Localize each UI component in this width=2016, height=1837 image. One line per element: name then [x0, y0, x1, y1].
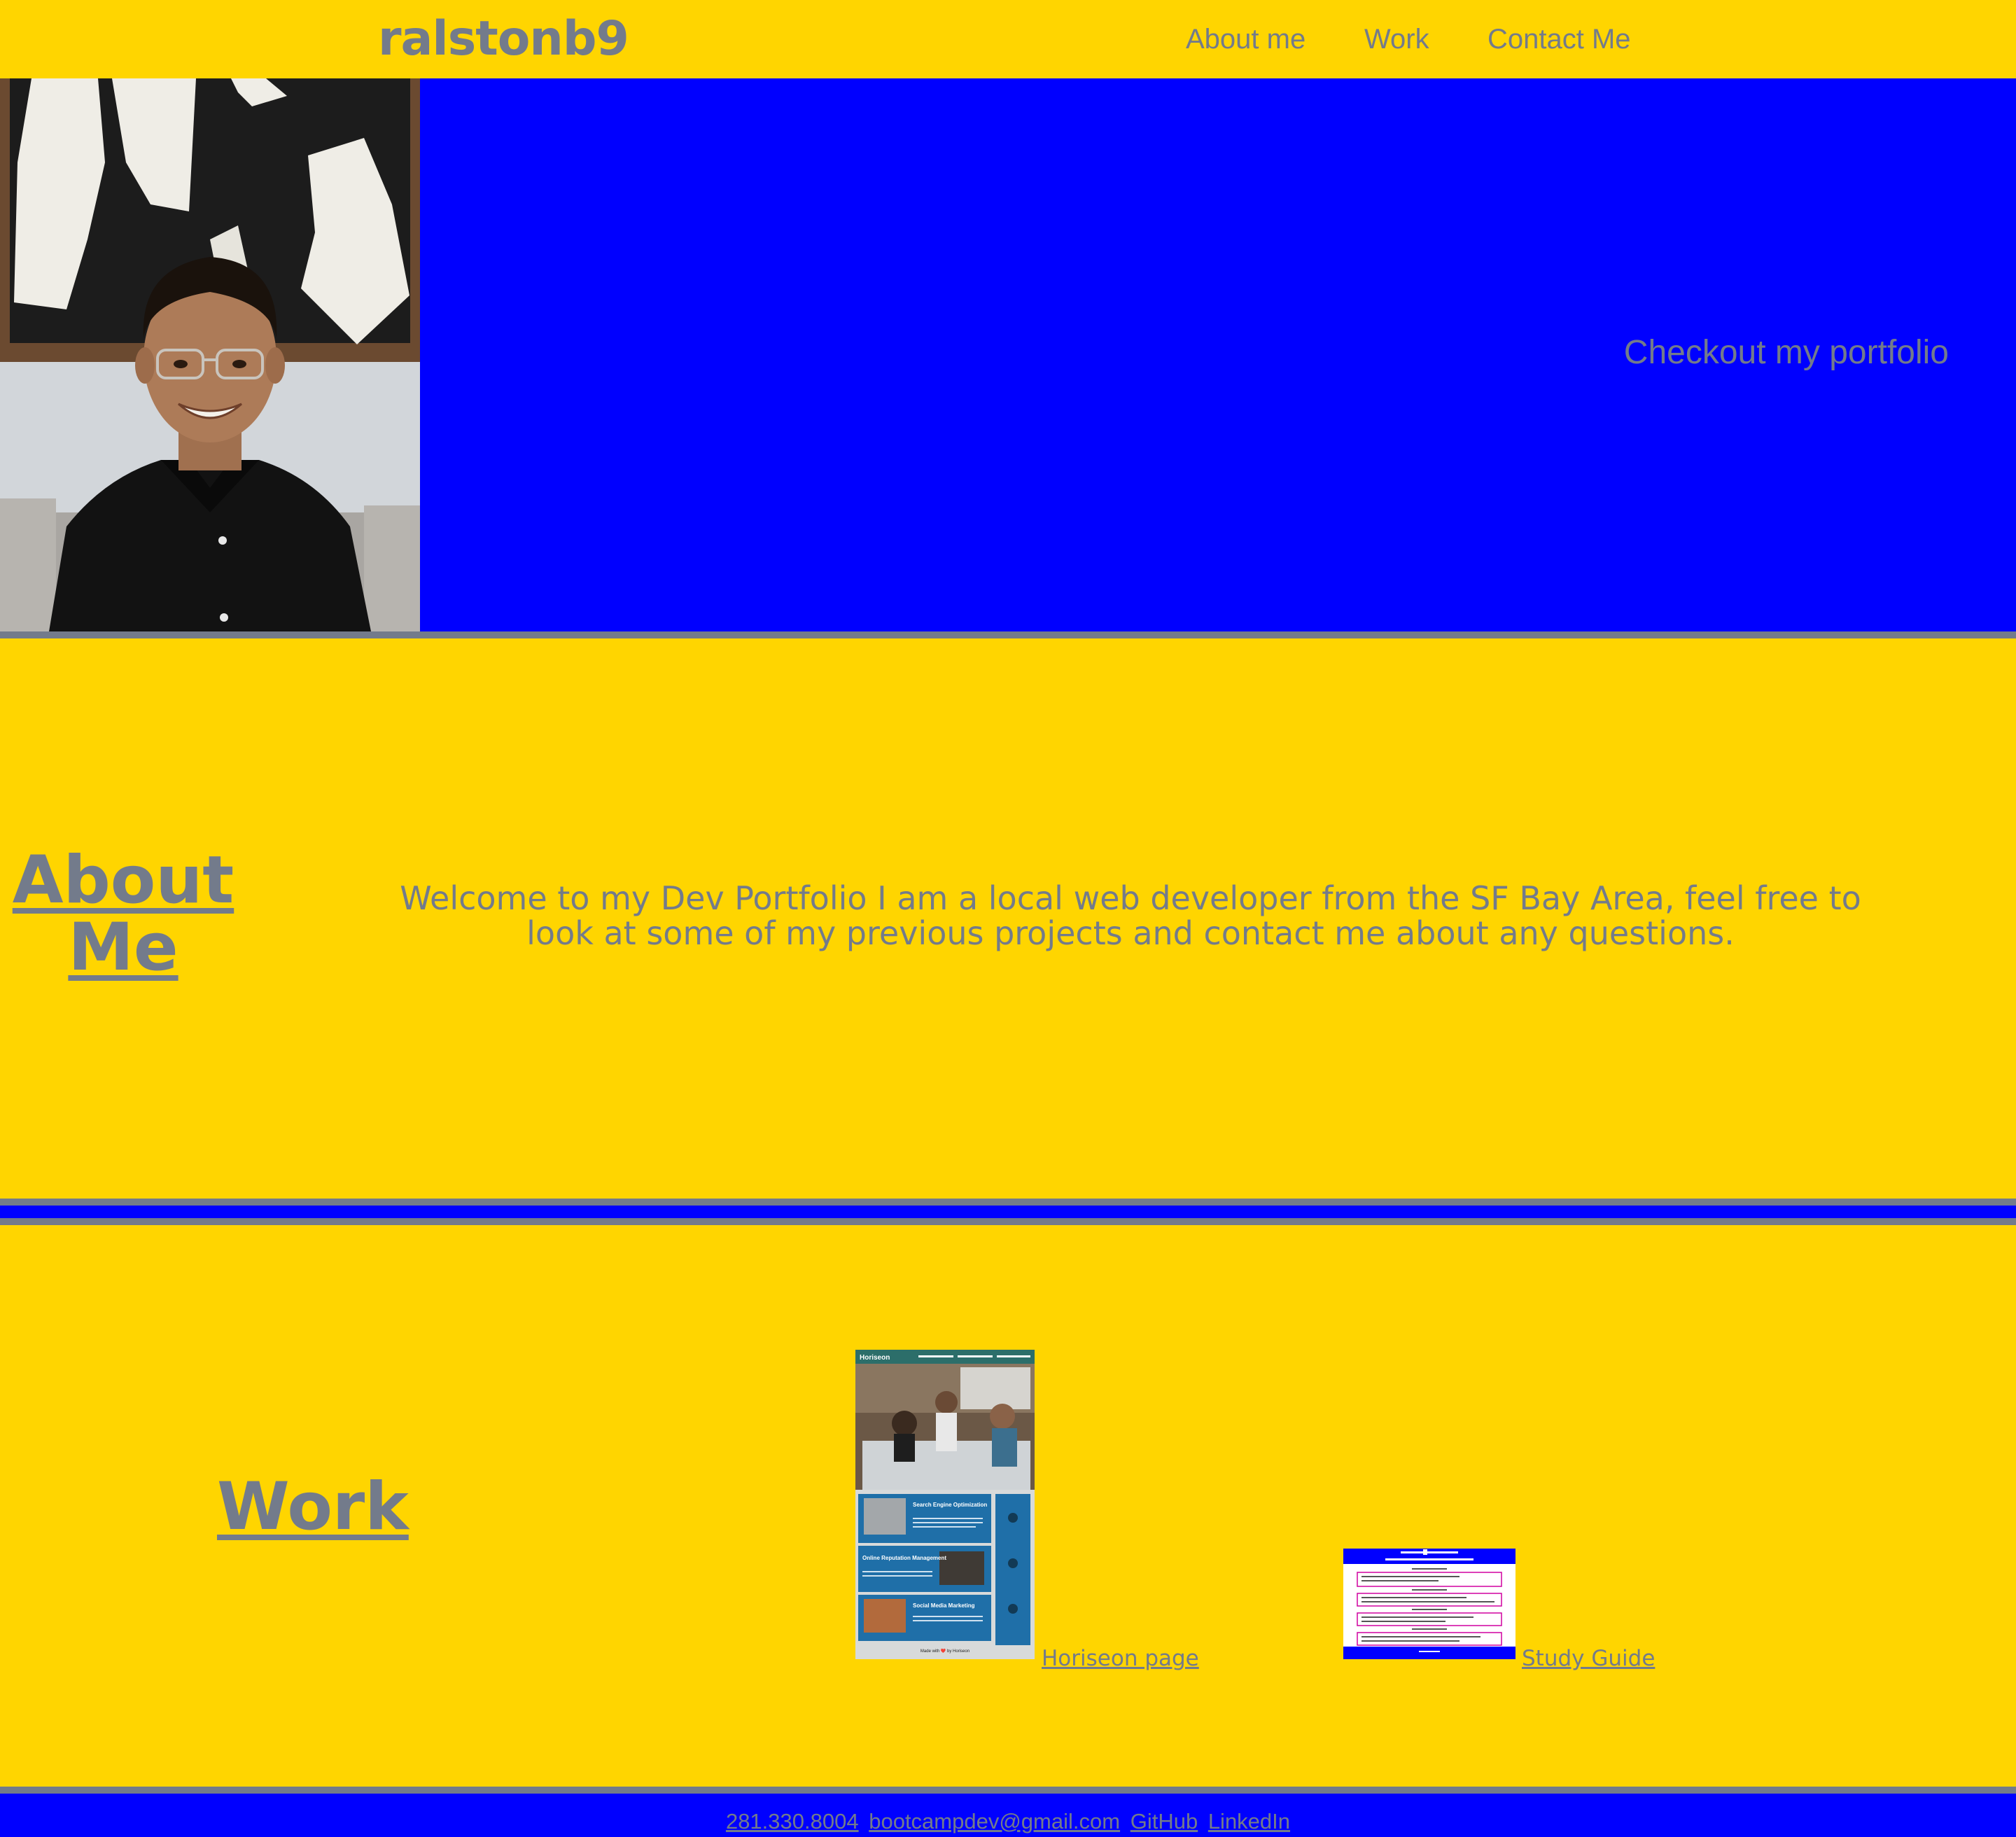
horiseon-thumb-card-3: Social Media Marketing [913, 1602, 975, 1609]
horiseon-thumb-brand: Horiseon [860, 1354, 890, 1362]
about-heading-line2: Me [68, 909, 178, 986]
site-footer: 281.330.8004 bootcampdev@gmail.com GitHu… [0, 1794, 2016, 1837]
site-logo[interactable]: ralstonb9 [378, 0, 629, 78]
footer-linkedin-link[interactable]: LinkedIn [1208, 1809, 1290, 1833]
horiseon-thumb-footer: Made with ❤️ by Horiseon [920, 1648, 969, 1654]
footer-email-link[interactable]: bootcampdev@gmail.com [869, 1809, 1120, 1833]
nav-link-work[interactable]: Work [1364, 0, 1429, 78]
section-divider [0, 631, 2016, 638]
about-heading[interactable]: About Me [0, 847, 246, 982]
horiseon-page-link[interactable]: Horiseon page [1042, 1646, 1199, 1671]
hero-section: Checkout my portfolio [0, 78, 2016, 631]
about-heading-line1: About [12, 842, 234, 918]
nav-link-about[interactable]: About me [1186, 0, 1306, 78]
horiseon-thumb-card-1: Search Engine Optimization [913, 1502, 987, 1508]
horiseon-thumbnail[interactable]: Horiseon Search Engine Optimization Onli… [855, 1350, 1035, 1659]
section-divider [0, 1218, 2016, 1225]
profile-photo [0, 78, 420, 631]
horiseon-thumb-card-2: Online Reputation Management [862, 1555, 946, 1561]
footer-links: 281.330.8004 bootcampdev@gmail.com GitHu… [0, 1809, 2016, 1834]
footer-phone-link[interactable]: 281.330.8004 [726, 1809, 859, 1833]
study-guide-link[interactable]: Study Guide [1522, 1646, 1655, 1671]
checkout-portfolio-link[interactable]: Checkout my portfolio [1624, 333, 1949, 372]
section-divider [0, 1787, 2016, 1794]
divider-band [0, 1206, 2016, 1218]
section-divider [0, 1199, 2016, 1206]
nav-link-contact[interactable]: Contact Me [1488, 0, 1631, 78]
work-heading[interactable]: Work [217, 1469, 409, 1545]
footer-github-link[interactable]: GitHub [1130, 1809, 1198, 1833]
about-text: Welcome to my Dev Portfolio I am a local… [400, 879, 1861, 952]
site-header: ralstonb9 About me Work Contact Me [0, 0, 2016, 78]
study-guide-thumbnail[interactable] [1343, 1549, 1516, 1659]
